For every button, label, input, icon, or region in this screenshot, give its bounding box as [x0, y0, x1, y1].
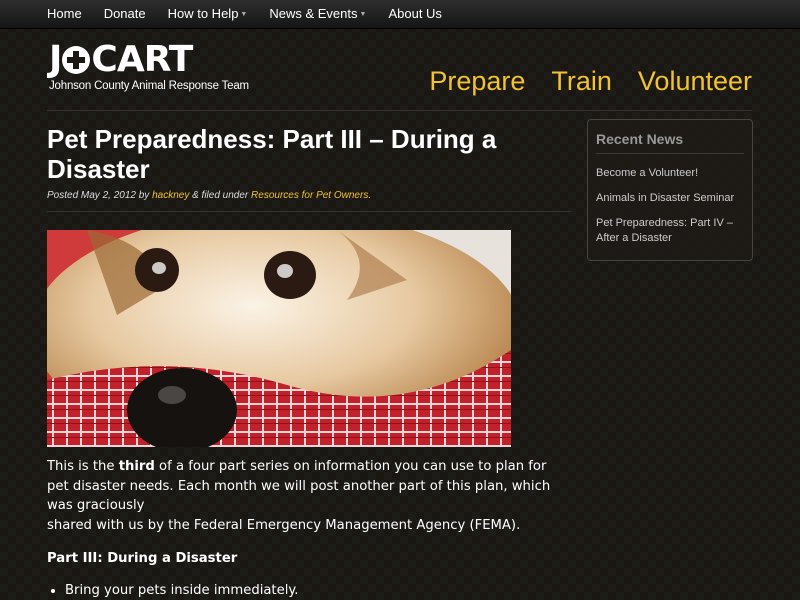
logo-letters-cart: CART — [91, 39, 193, 80]
site-logo[interactable]: J CART Johnson County Animal Response Te… — [49, 42, 249, 93]
post-header: Pet Preparedness: Part III – During a Di… — [47, 124, 577, 212]
logo-subtitle: Johnson County Animal Response Team — [49, 80, 249, 92]
meta-divider — [47, 211, 571, 212]
list-item: Bring your pets inside immediately. — [65, 581, 557, 600]
post-meta: Posted May 2, 2012 by hackney & filed un… — [47, 190, 577, 201]
post-body: This is the third of a four part series … — [47, 457, 557, 600]
logo-wordmark: J CART — [49, 42, 249, 78]
meta-period: . — [368, 190, 372, 201]
nav-prepare[interactable]: Prepare — [429, 66, 525, 97]
category-link[interactable]: Resources for Pet Owners — [251, 190, 368, 201]
intro-text-1: This is the — [47, 459, 119, 474]
intro-text-3: shared with us by the Federal Emergency … — [47, 517, 521, 533]
recent-news-item[interactable]: Become a Volunteer! — [596, 166, 752, 181]
nav-about-us[interactable]: About Us — [388, 0, 441, 28]
bullet-list: Bring your pets inside immediately. — [47, 581, 557, 600]
meta-filed-text: & filed under — [189, 190, 252, 201]
part-heading: Part III: During a Disaster — [47, 551, 238, 566]
nav-how-to-help[interactable]: How to Help ▼ — [168, 0, 248, 28]
nav-news-events[interactable]: News & Events ▼ — [269, 0, 366, 28]
nav-train[interactable]: Train — [551, 66, 612, 97]
post-title[interactable]: Pet Preparedness: Part III – During a Di… — [47, 124, 577, 184]
nav-how-to-help-label: How to Help — [167, 6, 239, 21]
author-link[interactable]: hackney — [152, 190, 189, 201]
recent-news-item[interactable]: Animals in Disaster Seminar — [596, 191, 752, 206]
nav-news-events-label: News & Events — [269, 6, 358, 21]
logo-letter-j: J — [49, 39, 62, 80]
nav-donate-label: Donate — [103, 6, 146, 21]
nav-home[interactable]: Home — [47, 0, 82, 28]
intro-paragraph: This is the third of a four part series … — [47, 457, 557, 535]
recent-news-heading: Recent News — [596, 131, 684, 147]
nav-volunteer[interactable]: Volunteer — [638, 66, 752, 97]
dog-photo-illustration — [47, 230, 511, 447]
top-navigation: Home Donate How to Help ▼ News & Events ▼ … — [0, 0, 800, 29]
nav-home-label: Home — [47, 6, 82, 21]
post-date: Posted May 2, 2012 by — [47, 190, 153, 201]
intro-bold-text: third — [118, 459, 155, 474]
post-image-dog — [47, 230, 511, 447]
chevron-down-icon: ▼ — [240, 10, 248, 18]
nav-about-us-label: About Us — [388, 6, 442, 21]
header-divider — [47, 110, 752, 111]
sidebar-divider — [596, 153, 744, 154]
medical-cross-icon — [62, 46, 91, 74]
main-navigation: Prepare Train Volunteer — [403, 66, 752, 97]
nav-donate[interactable]: Donate — [104, 0, 146, 28]
chevron-down-icon: ▼ — [359, 10, 367, 18]
recent-news-item[interactable]: Pet Preparedness: Part IV – After a Disa… — [596, 216, 752, 246]
recent-news-widget: Recent News Become a Volunteer! Animals … — [587, 119, 753, 261]
